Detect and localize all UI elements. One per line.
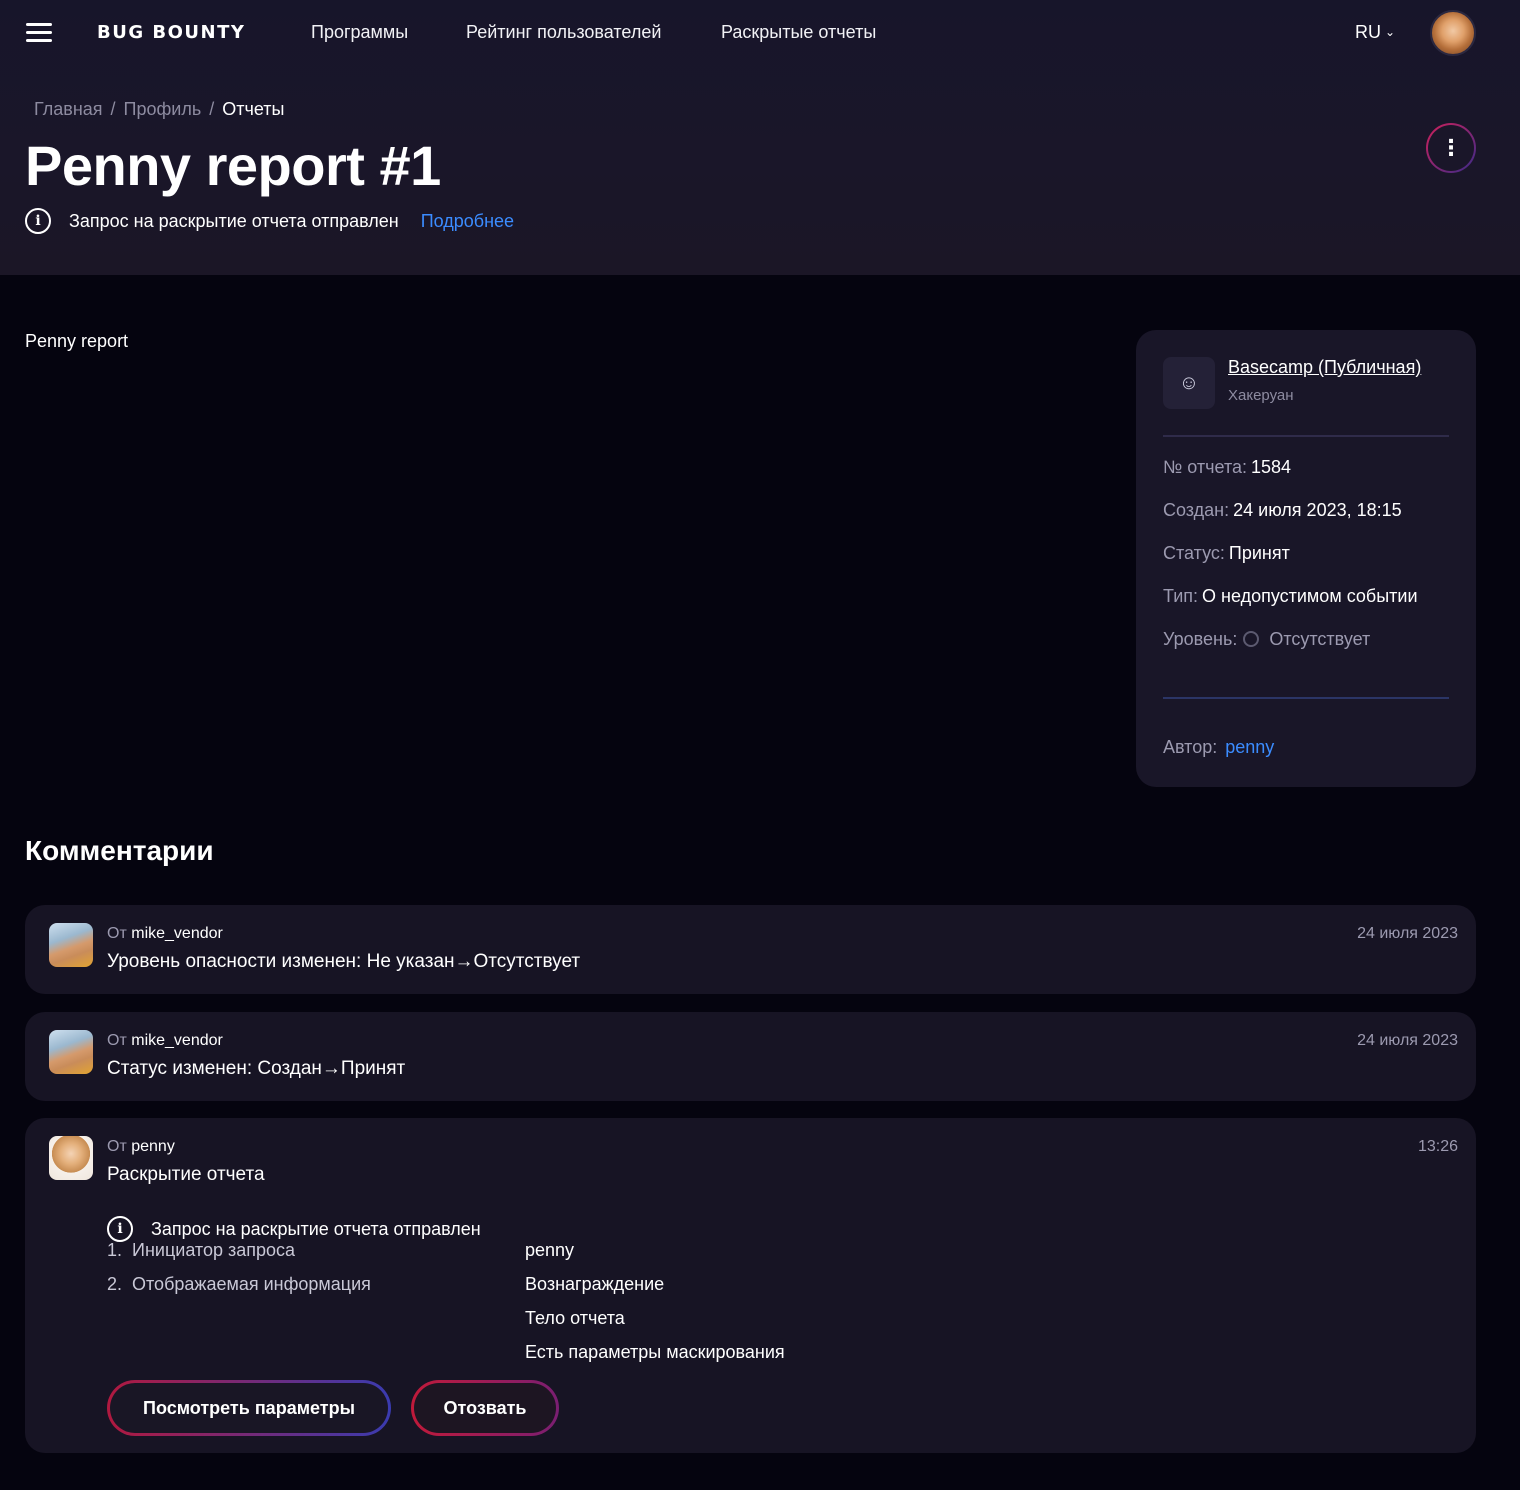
comment-card: От mike_vendor Статус изменен: Создан→Пр…	[25, 1012, 1476, 1101]
program-link[interactable]: Basecamp (Публичная)	[1228, 357, 1421, 378]
comment-author-name: mike_vendor	[131, 925, 223, 942]
list-item: 1. Инициатор запроса	[107, 1240, 295, 1261]
report-number-value: 1584	[1251, 457, 1292, 477]
comment-author: От mike_vendor	[107, 925, 223, 943]
comment-date: 13:26	[1417, 1138, 1458, 1155]
avatar	[49, 923, 93, 967]
divider	[1163, 435, 1449, 437]
user-icon: ☺	[1163, 357, 1215, 409]
report-number-row: № отчета: 1584	[1163, 457, 1291, 478]
program-company: Хакеруан	[1228, 387, 1294, 404]
severity-circle-icon	[1243, 631, 1260, 647]
menu-icon[interactable]	[26, 23, 52, 45]
list-item-number: 1.	[107, 1240, 123, 1260]
severity-label: Уровень:	[1163, 629, 1238, 649]
nav-user-rating[interactable]: Рейтинг пользователей	[466, 22, 661, 43]
author-label: Автор:	[1163, 737, 1218, 757]
nav-programs[interactable]: Программы	[311, 22, 408, 43]
breadcrumb-separator: /	[110, 99, 116, 119]
displayed-info-value: Тело отчета	[525, 1308, 625, 1328]
divider	[1163, 697, 1449, 699]
logo[interactable]: BUG BOUNTY	[97, 22, 245, 43]
comment-text: Раскрытие отчета	[107, 1164, 265, 1185]
report-info-card: ☺ Basecamp (Публичная) Хакеруан № отчета…	[1136, 330, 1476, 787]
status-row: Статус: Принят	[1163, 543, 1290, 564]
chevron-down-icon: ⌄	[1385, 25, 1396, 39]
details-link[interactable]: Подробнее	[421, 211, 514, 232]
list-item-number: 2.	[107, 1274, 123, 1294]
created-label: Создан:	[1163, 500, 1230, 520]
info-icon: i	[107, 1216, 133, 1242]
comment-card: От mike_vendor Уровень опасности изменен…	[25, 905, 1476, 994]
disclosure-info: i Запрос на раскрытие отчета отправлен	[107, 1216, 481, 1242]
comment-card-disclosure: От penny Раскрытие отчета 13:26 i Запрос…	[25, 1118, 1476, 1453]
severity-row: Уровень: Отсутствует	[1163, 629, 1370, 650]
type-value: О недопустимом событии	[1202, 586, 1418, 606]
breadcrumb: Главная / Профиль / Отчеты	[34, 99, 284, 120]
user-avatar[interactable]	[1430, 10, 1476, 56]
type-row: Тип: О недопустимом событии	[1163, 586, 1418, 607]
comment-date: 24 июля 2023	[1357, 925, 1458, 942]
comment-author: От penny	[107, 1138, 175, 1156]
list-item-label: Инициатор запроса	[132, 1240, 296, 1260]
nav-disclosed-reports[interactable]: Раскрытые отчеты	[721, 22, 876, 43]
created-value: 24 июля 2023, 18:15	[1233, 500, 1402, 520]
comment-date: 24 июля 2023	[1357, 1032, 1458, 1049]
more-options-button[interactable]: ⋮	[1426, 123, 1476, 173]
breadcrumb-current: Отчеты	[222, 99, 285, 119]
comment-from-prefix: От	[107, 925, 127, 942]
comment-author-name: penny	[131, 1138, 175, 1155]
report-number-label: № отчета:	[1163, 457, 1248, 477]
report-description: Penny report	[25, 331, 129, 351]
language-select[interactable]: RU ⌄	[1355, 22, 1395, 43]
comment-author-name: mike_vendor	[131, 1032, 223, 1049]
comment-text: Уровень опасности изменен: Не указан→Отс…	[107, 951, 581, 972]
breadcrumb-home[interactable]: Главная	[34, 99, 103, 119]
view-params-button[interactable]: Посмотреть параметры	[107, 1380, 391, 1436]
author-link[interactable]: penny	[1225, 737, 1274, 757]
info-icon: i	[25, 208, 51, 234]
comment-author: От mike_vendor	[107, 1032, 223, 1050]
comments-heading: Комментарии	[25, 835, 214, 866]
severity-value: Отсутствует	[1269, 629, 1371, 649]
comment-text: Статус изменен: Создан→Принят	[107, 1058, 406, 1079]
list-item: 2. Отображаемая информация	[107, 1274, 371, 1295]
breadcrumb-profile[interactable]: Профиль	[124, 99, 202, 119]
breadcrumb-separator: /	[209, 99, 215, 119]
displayed-info-value: Вознаграждение	[525, 1274, 665, 1294]
status-label: Статус:	[1163, 543, 1225, 563]
list-item-label: Отображаемая информация	[132, 1274, 371, 1294]
avatar	[49, 1030, 93, 1074]
page-header: BUG BOUNTY Программы Рейтинг пользовател…	[0, 0, 1520, 275]
revoke-button[interactable]: Отозвать	[411, 1380, 559, 1436]
disclosure-notice: i Запрос на раскрытие отчета отправлен П…	[25, 208, 514, 234]
initiator-link[interactable]: penny	[525, 1240, 574, 1261]
disclosure-notice-text: Запрос на раскрытие отчета отправлен	[69, 210, 399, 231]
language-label: RU	[1355, 22, 1381, 42]
comment-from-prefix: От	[107, 1032, 127, 1049]
top-navigation: BUG BOUNTY Программы Рейтинг пользовател…	[0, 0, 1520, 66]
disclosure-info-text: Запрос на раскрытие отчета отправлен	[151, 1218, 481, 1239]
avatar	[49, 1136, 93, 1180]
author-row: Автор: penny	[1163, 737, 1274, 758]
displayed-info-value: Есть параметры маскирования	[525, 1342, 785, 1362]
page-title: Penny report #1	[25, 134, 441, 197]
kebab-menu-icon: ⋮	[1440, 135, 1462, 160]
created-row: Создан: 24 июля 2023, 18:15	[1163, 500, 1402, 521]
comment-from-prefix: От	[107, 1138, 127, 1155]
type-label: Тип:	[1163, 586, 1199, 606]
status-value: Принят	[1228, 543, 1290, 563]
